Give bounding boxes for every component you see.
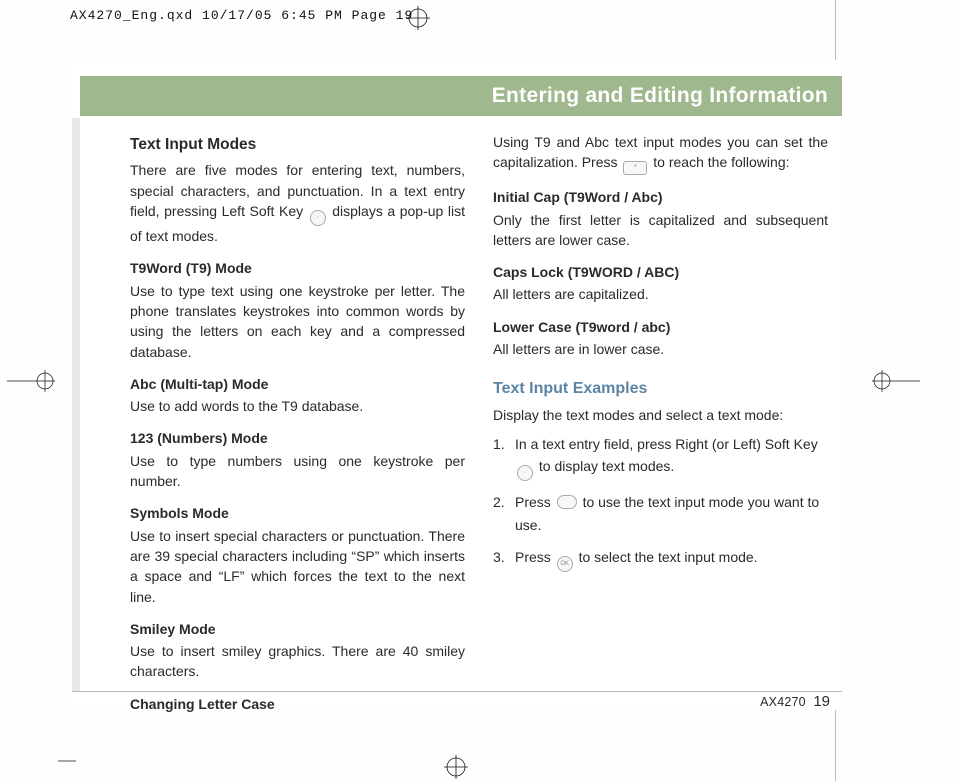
page-body: Entering and Editing Information Text In… — [72, 60, 842, 710]
caps-intro: Using T9 and Abc text input modes you ca… — [493, 132, 828, 175]
bottom-rule — [72, 691, 842, 692]
page-footer: AX4270 19 — [760, 693, 830, 710]
crop-mark-bl-icon — [58, 755, 78, 775]
desc-symbols: Use to insert special characters or punc… — [130, 526, 465, 607]
desc-123: Use to type numbers using one keystroke … — [130, 451, 465, 492]
model-number: AX4270 — [760, 695, 806, 709]
desc-initial-cap: Only the first letter is capitalized and… — [493, 210, 828, 251]
step-3: 3. Press OK to select the text input mod… — [493, 546, 828, 572]
content-columns: Text Input Modes There are five modes fo… — [130, 132, 828, 674]
ok-key-icon: OK — [557, 556, 573, 572]
column-right: Using T9 and Abc text input modes you ca… — [493, 132, 828, 674]
heading-caps-lock: Caps Lock (T9WORD / ABC) — [493, 262, 828, 282]
heading-symbols-mode: Symbols Mode — [130, 503, 465, 523]
desc-lower-case: All letters are in lower case. — [493, 339, 828, 359]
heading-text-input-modes: Text Input Modes — [130, 134, 465, 156]
side-strip — [72, 118, 80, 692]
heading-changing-letter-case: Changing Letter Case — [130, 694, 465, 714]
heading-abc-mode: Abc (Multi-tap) Mode — [130, 374, 465, 394]
heading-initial-cap: Initial Cap (T9Word / Abc) — [493, 187, 828, 207]
desc-abc: Use to add words to the T9 database. — [130, 396, 465, 416]
examples-lead: Display the text modes and select a text… — [493, 405, 828, 425]
heading-123-mode: 123 (Numbers) Mode — [130, 428, 465, 448]
desc-t9word: Use to type text using one keystroke per… — [130, 281, 465, 362]
heading-lower-case: Lower Case (T9word / abc) — [493, 317, 828, 337]
left-softkey-icon: · — [310, 210, 326, 226]
steps-list: 1. In a text entry field, press Right (o… — [493, 433, 828, 572]
heading-smiley-mode: Smiley Mode — [130, 619, 465, 639]
register-mark-left-icon — [7, 366, 27, 386]
right-softkey-icon: · — [517, 465, 533, 481]
heading-t9word-mode: T9Word (T9) Mode — [130, 258, 465, 278]
step-2: 2. Press to use the text input mode you … — [493, 491, 828, 536]
slug-line: AX4270_Eng.qxd 10/17/05 6:45 PM Page 19 — [70, 8, 413, 23]
page-number: 19 — [813, 693, 830, 710]
star-key-icon: * — [623, 161, 647, 175]
crop-mark-bc-icon — [444, 755, 464, 775]
header-bar: Entering and Editing Information — [80, 76, 842, 116]
column-left: Text Input Modes There are five modes fo… — [130, 132, 465, 674]
page-title: Entering and Editing Information — [492, 84, 828, 108]
nav-key-icon — [557, 495, 577, 509]
step-1: 1. In a text entry field, press Right (o… — [493, 433, 828, 481]
crop-mark-icon — [406, 6, 426, 26]
register-mark-right-icon — [872, 366, 892, 386]
desc-smiley: Use to insert smiley graphics. There are… — [130, 641, 465, 682]
heading-text-input-examples: Text Input Examples — [493, 377, 828, 400]
intro-paragraph: There are five modes for entering text, … — [130, 160, 465, 246]
desc-caps-lock: All letters are capitalized. — [493, 284, 828, 304]
